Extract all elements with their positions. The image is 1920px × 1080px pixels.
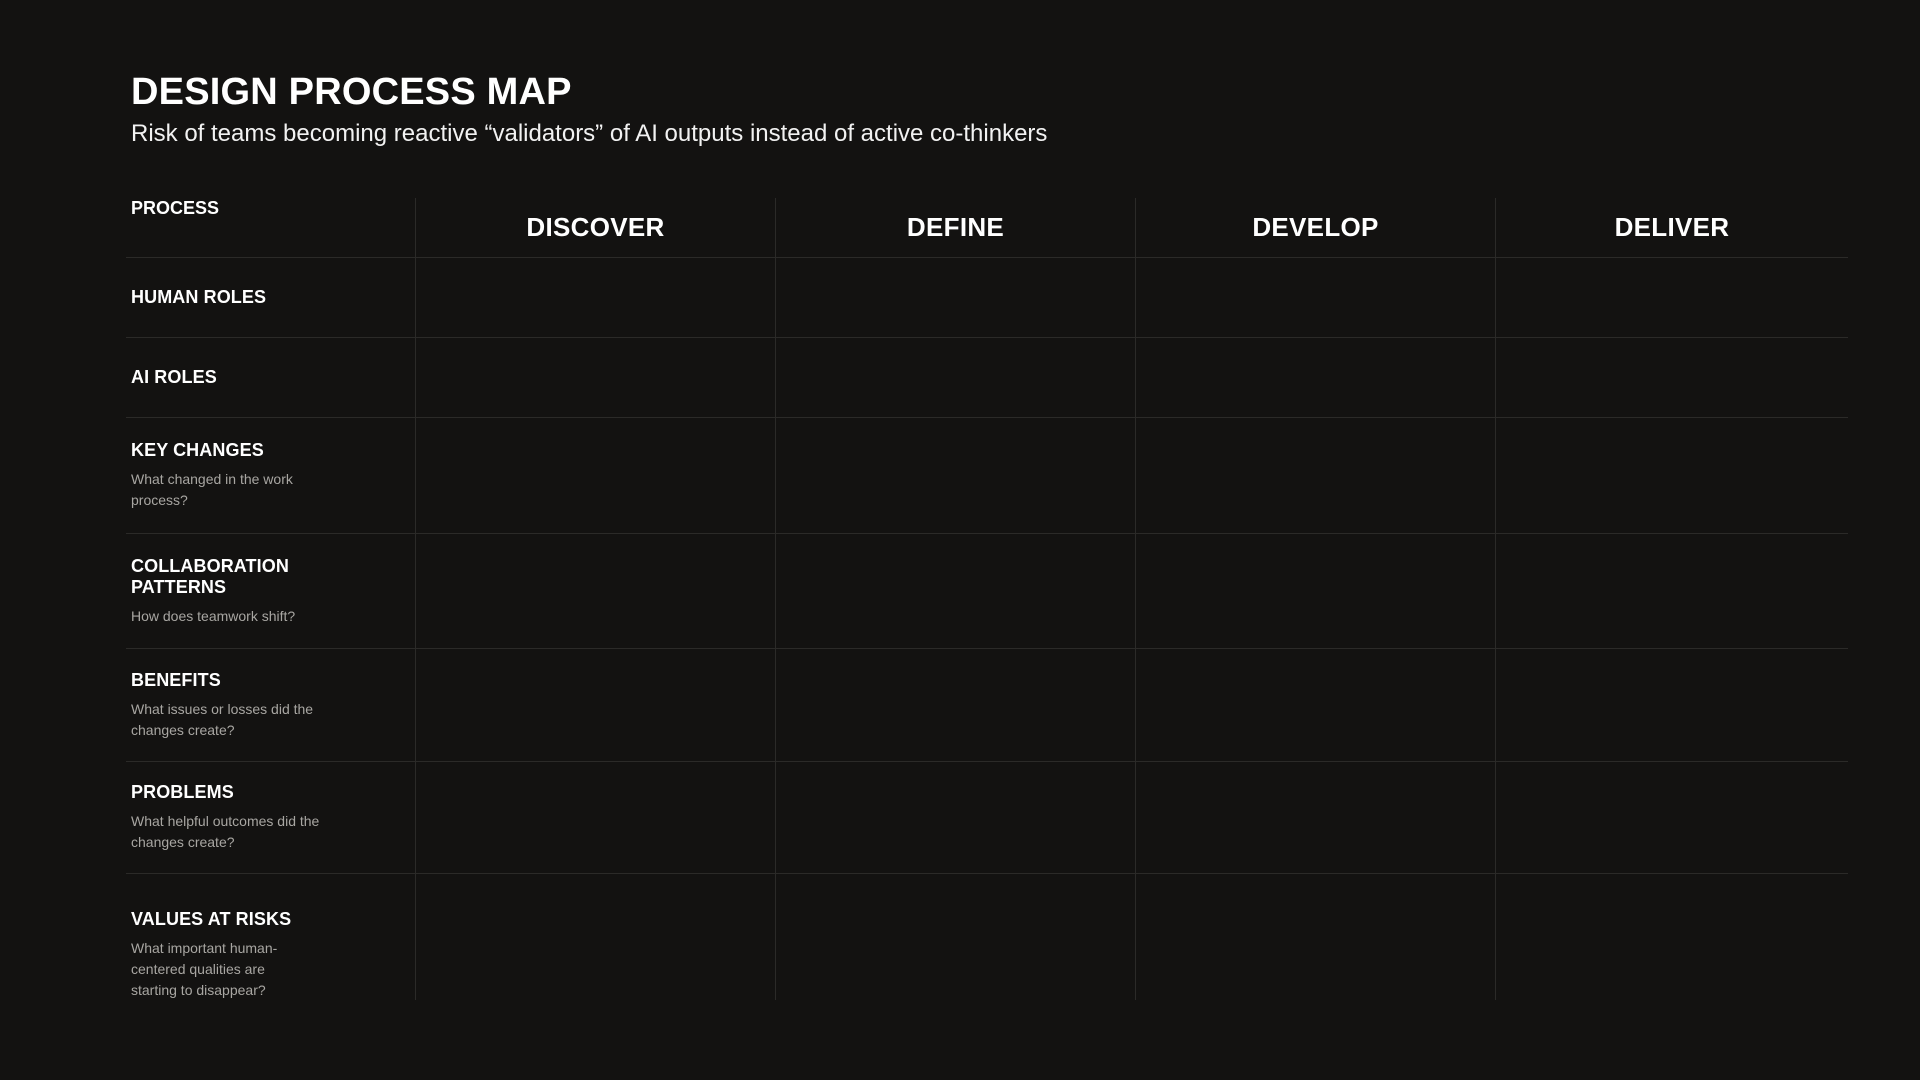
cell-problems-define[interactable]: [776, 762, 1136, 874]
cell-collaboration-patterns-discover[interactable]: [416, 534, 776, 649]
column-header-develop: DEVELOP: [1136, 198, 1496, 258]
cell-values-at-risks-define[interactable]: [776, 874, 1136, 1000]
cell-ai-roles-deliver[interactable]: [1496, 338, 1848, 418]
row-label: KEY CHANGES: [131, 440, 264, 460]
cell-human-roles-define[interactable]: [776, 258, 1136, 338]
row-description: How does teamwork shift?: [131, 607, 296, 624]
cell-benefits-develop[interactable]: [1136, 649, 1496, 762]
row-header-human-roles: HUMAN ROLES: [126, 258, 416, 338]
cell-human-roles-develop[interactable]: [1136, 258, 1496, 338]
cell-problems-deliver[interactable]: [1496, 762, 1848, 874]
cell-values-at-risks-develop[interactable]: [1136, 874, 1496, 1000]
row-header-problems: PROBLEMS What helpful outcomes did the c…: [126, 762, 416, 874]
column-header-discover: DISCOVER: [416, 198, 776, 258]
row-label: COLLABORATION PATTERNS: [131, 555, 289, 597]
row-description: What changed in the work process?: [131, 471, 293, 508]
cell-ai-roles-define[interactable]: [776, 338, 1136, 418]
row-description: What helpful outcomes did the changes cr…: [131, 813, 320, 850]
cell-key-changes-develop[interactable]: [1136, 418, 1496, 534]
cell-ai-roles-develop[interactable]: [1136, 338, 1496, 418]
row-description: What issues or losses did the changes cr…: [131, 700, 314, 738]
cell-values-at-risks-discover[interactable]: [416, 874, 776, 1000]
row-header-key-changes: KEY CHANGES What changed in the work pro…: [126, 418, 416, 534]
row-description: What important human-centered qualities …: [131, 940, 278, 998]
row-header-collaboration-patterns: COLLABORATION PATTERNS How does teamwork…: [126, 534, 416, 649]
row-header-benefits: BENEFITS What issues or losses did the c…: [126, 649, 416, 762]
cell-collaboration-patterns-develop[interactable]: [1136, 534, 1496, 649]
row-header-values-at-risks: VALUES AT RISKS What important human-cen…: [126, 874, 416, 1000]
column-header-deliver: DELIVER: [1496, 198, 1848, 258]
cell-human-roles-discover[interactable]: [416, 258, 776, 338]
cell-key-changes-deliver[interactable]: [1496, 418, 1848, 534]
cell-key-changes-discover[interactable]: [416, 418, 776, 534]
row-label: AI ROLES: [131, 367, 217, 387]
corner-header-process: PROCESS: [126, 198, 416, 258]
cell-key-changes-define[interactable]: [776, 418, 1136, 534]
cell-benefits-deliver[interactable]: [1496, 649, 1848, 762]
column-header-define: DEFINE: [776, 198, 1136, 258]
row-label: PROBLEMS: [131, 782, 234, 802]
cell-collaboration-patterns-define[interactable]: [776, 534, 1136, 649]
row-header-ai-roles: AI ROLES: [126, 338, 416, 418]
cell-values-at-risks-deliver[interactable]: [1496, 874, 1848, 1000]
cell-ai-roles-discover[interactable]: [416, 338, 776, 418]
cell-human-roles-deliver[interactable]: [1496, 258, 1848, 338]
process-map-grid: PROCESS DISCOVER DEFINE DEVELOP DELIVER …: [126, 198, 1848, 1000]
cell-benefits-define[interactable]: [776, 649, 1136, 762]
row-label: VALUES AT RISKS: [131, 909, 292, 929]
row-label: BENEFITS: [131, 669, 221, 690]
cell-benefits-discover[interactable]: [416, 649, 776, 762]
row-label: HUMAN ROLES: [131, 287, 267, 307]
cell-problems-discover[interactable]: [416, 762, 776, 874]
page-title: DESIGN PROCESS MAP: [131, 71, 572, 113]
cell-collaboration-patterns-deliver[interactable]: [1496, 534, 1848, 649]
page-subtitle: Risk of teams becoming reactive “validat…: [131, 120, 1048, 147]
cell-problems-develop[interactable]: [1136, 762, 1496, 874]
